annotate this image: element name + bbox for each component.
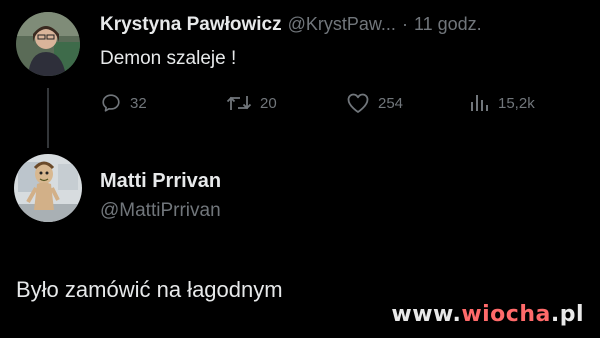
watermark-prefix: www. (391, 302, 462, 327)
retweet-action[interactable]: 20 (226, 92, 277, 114)
like-action[interactable]: 254 (346, 92, 403, 114)
avatar-krystyna[interactable] (16, 12, 80, 76)
heart-icon (347, 93, 369, 113)
reply-action[interactable]: 32 (100, 92, 147, 114)
retweet-icon (226, 96, 252, 110)
watermark: www.wiocha.pl (391, 302, 584, 327)
view-count: 15,2k (498, 94, 535, 112)
cartoon-character-icon (14, 154, 82, 222)
portrait-photo-icon (16, 12, 80, 76)
tweet-timestamp[interactable]: 11 godz. (414, 14, 482, 35)
reply-count: 32 (130, 94, 147, 112)
like-count: 254 (378, 94, 404, 112)
reply-icon (102, 94, 120, 112)
tweet-text: Demon szaleje ! (100, 48, 237, 69)
watermark-brand: wiocha (461, 302, 551, 327)
thread-connector-line (47, 88, 49, 148)
retweet-count: 20 (260, 94, 277, 112)
views-chart-icon (471, 95, 488, 111)
author-handle[interactable]: @KrystPaw... (288, 14, 396, 35)
time-separator: · (401, 14, 408, 34)
reply-author-name[interactable]: Matti Prrivan (100, 170, 221, 193)
tweet-header: Krystyna Pawłowicz @KrystPaw... · 11 god… (100, 14, 482, 40)
avatar-matti[interactable] (14, 154, 82, 222)
reply-author-handle[interactable]: @MattiPrrivan (100, 200, 221, 222)
tweet-actions: 32 20 254 15,2k (100, 92, 570, 116)
views-action[interactable]: 15,2k (468, 92, 535, 114)
reply-text: Było zamówić na łagodnym (16, 277, 283, 302)
watermark-suffix: .pl (550, 302, 584, 327)
author-name[interactable]: Krystyna Pawłowicz (100, 14, 282, 36)
